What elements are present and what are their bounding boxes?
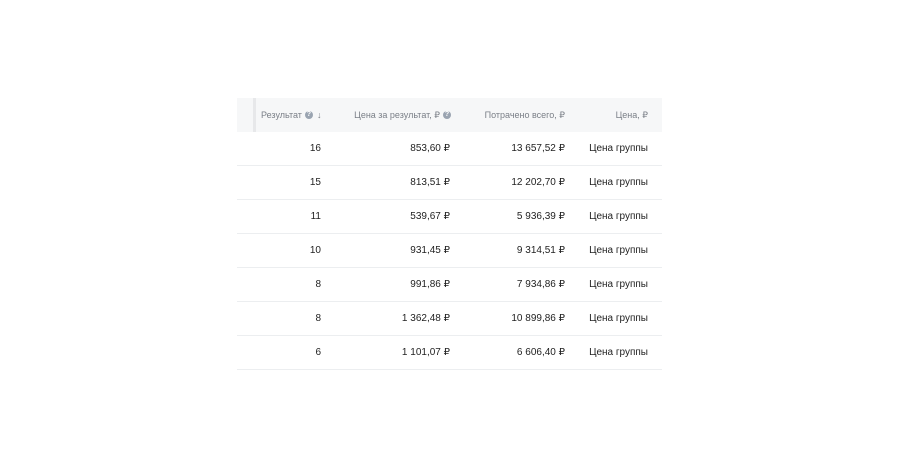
cell-spent-total: 12 202,70 ₽ (511, 177, 565, 188)
table-row[interactable]: 8 991,86 ₽ 7 934,86 ₽ Цена группы (237, 268, 662, 302)
cell-cost-per-result: 853,60 ₽ (410, 143, 450, 154)
cell-price: Цена группы (589, 347, 648, 358)
cell-result: 15 (309, 177, 321, 188)
cell-spent-total: 9 314,51 ₽ (516, 245, 565, 256)
column-resize-handle[interactable] (253, 98, 256, 132)
column-header-result[interactable]: Результат ? ↓ (261, 98, 321, 132)
column-header-cost-per-result[interactable]: Цена за результат, ₽ ? (354, 98, 451, 132)
sort-desc-icon[interactable]: ↓ (317, 98, 322, 132)
column-header-spent-total[interactable]: Потрачено всего, ₽ (485, 98, 565, 132)
cell-spent-total: 10 899,86 ₽ (511, 313, 565, 324)
cell-price: Цена группы (589, 313, 648, 324)
table-row[interactable]: 16 853,60 ₽ 13 657,52 ₽ Цена группы (237, 132, 662, 166)
cell-spent-total: 6 606,40 ₽ (516, 347, 565, 358)
cell-result: 10 (309, 245, 321, 256)
cell-result: 16 (309, 143, 321, 154)
cell-price: Цена группы (589, 245, 648, 256)
cell-cost-per-result: 1 101,07 ₽ (401, 347, 450, 358)
column-header-result-label: Результат (261, 110, 302, 120)
cell-result: 8 (315, 313, 321, 324)
cell-result: 8 (315, 279, 321, 290)
cell-spent-total: 5 936,39 ₽ (516, 211, 565, 222)
cell-cost-per-result: 991,86 ₽ (410, 279, 450, 290)
cell-cost-per-result: 539,67 ₽ (410, 211, 450, 222)
column-header-price-label: Цена, ₽ (615, 110, 648, 120)
column-header-spent-total-label: Потрачено всего, ₽ (484, 110, 565, 120)
cell-price: Цена группы (589, 279, 648, 290)
cell-cost-per-result: 931,45 ₽ (410, 245, 450, 256)
cell-cost-per-result: 1 362,48 ₽ (401, 313, 450, 324)
table-header: Результат ? ↓ Цена за результат, ₽ ? Пот… (237, 98, 662, 132)
table-row[interactable]: 8 1 362,48 ₽ 10 899,86 ₽ Цена группы (237, 302, 662, 336)
help-icon[interactable]: ? (443, 111, 451, 119)
cell-spent-total: 13 657,52 ₽ (511, 143, 565, 154)
table-row[interactable]: 10 931,45 ₽ 9 314,51 ₽ Цена группы (237, 234, 662, 268)
cell-price: Цена группы (589, 177, 648, 188)
cell-result: 6 (315, 347, 321, 358)
cell-price: Цена группы (589, 143, 648, 154)
table-row[interactable]: 15 813,51 ₽ 12 202,70 ₽ Цена группы (237, 166, 662, 200)
results-table: Результат ? ↓ Цена за результат, ₽ ? Пот… (237, 98, 662, 370)
cell-result: 11 (310, 211, 321, 222)
help-icon[interactable]: ? (304, 111, 313, 119)
cell-cost-per-result: 813,51 ₽ (410, 177, 450, 188)
column-header-cost-per-result-label: Цена за результат, ₽ (354, 110, 440, 120)
cell-price: Цена группы (589, 211, 648, 222)
cell-spent-total: 7 934,86 ₽ (516, 279, 565, 290)
table-row[interactable]: 11 539,67 ₽ 5 936,39 ₽ Цена группы (237, 200, 662, 234)
table-row[interactable]: 6 1 101,07 ₽ 6 606,40 ₽ Цена группы (237, 336, 662, 370)
column-header-price[interactable]: Цена, ₽ (616, 98, 648, 132)
